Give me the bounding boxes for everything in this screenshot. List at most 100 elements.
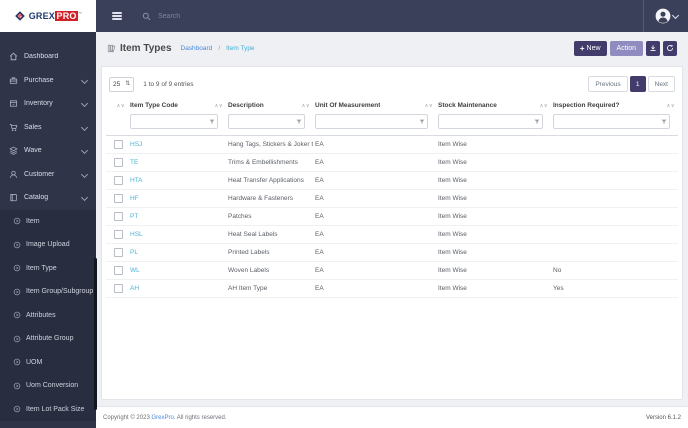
sidebar-subitem-attribute-group[interactable]: Attribute Group [0, 327, 96, 351]
sidebar-item-label: Customer [24, 170, 55, 178]
column-header-item-type-code[interactable]: Item Type Code ∧∨ [128, 97, 226, 113]
sidebar-item-catalog[interactable]: Catalog [0, 186, 96, 210]
column-header-unit-of-measurement[interactable]: Unit Of Measurement ∧∨ [313, 97, 436, 113]
item-type-code-link[interactable]: HSJ [130, 141, 142, 148]
next-page-button[interactable]: Next [647, 76, 675, 92]
item-type-code-link[interactable]: HF [130, 195, 139, 202]
item-type-code-link[interactable]: HTA [130, 177, 143, 184]
current-page-button[interactable]: 1 [629, 76, 646, 92]
description-filter-input[interactable] [231, 117, 296, 126]
stepper-icon: ⇅ [125, 81, 131, 87]
stock-maintenance-cell: Item Wise [436, 171, 551, 190]
table-row: HSJ Hang Tags, Stickers & Joker tagsEAIte… [106, 135, 678, 154]
description-cell: Printed Labels [226, 243, 313, 262]
row-checkbox[interactable] [114, 230, 123, 239]
filter-funnel-icon[interactable] [534, 119, 540, 125]
checkbox-column-header[interactable]: ∧∨ [106, 97, 128, 113]
column-header-stock-maintenance[interactable]: Stock Maintenance ∧∨ [436, 97, 551, 113]
sidebar-item-sales[interactable]: Sales [0, 116, 96, 140]
table-row: TE Trims & Embellishments EA Item Wise [106, 153, 678, 172]
previous-page-button[interactable]: Previous [588, 76, 628, 92]
item-type-code-filter-input[interactable] [133, 117, 209, 126]
chevron-down-icon [80, 170, 89, 178]
description-cell: Patches [226, 207, 313, 226]
filter-funnel-icon[interactable] [209, 119, 215, 125]
item-type-code-link[interactable]: PL [130, 249, 138, 256]
breadcrumb-current-link[interactable]: Item Type [226, 45, 254, 52]
unit-of-measurement-filter-input[interactable] [318, 117, 419, 126]
uom-cell: EA [313, 189, 436, 208]
new-button[interactable]: + New [573, 40, 607, 56]
action-button[interactable]: Action [609, 40, 643, 56]
page-actions: + New Action [573, 40, 677, 56]
download-button[interactable] [646, 40, 660, 56]
circle-arrow-icon [13, 288, 21, 296]
user-avatar-icon [655, 8, 671, 24]
row-checkbox[interactable] [114, 212, 123, 221]
sidebar-subitem-uom-conversion[interactable]: Uom Conversion [0, 374, 96, 398]
row-checkbox[interactable] [114, 284, 123, 293]
home-icon [9, 52, 18, 61]
row-checkbox[interactable] [114, 194, 123, 203]
sidebar-item-inventory[interactable]: Inventory [0, 92, 96, 116]
filter-cell-stock-maintenance [436, 113, 551, 136]
column-header-description[interactable]: Description ∧∨ [226, 97, 313, 113]
row-checkbox-cell [106, 135, 128, 154]
user-menu-button[interactable] [643, 0, 688, 32]
item-type-code-link[interactable]: PT [130, 213, 138, 220]
menu-toggle-button[interactable] [112, 12, 122, 20]
sidebar-subitem-item-group-subgroup[interactable]: Item Group/Subgroup [0, 280, 96, 304]
sidebar-subitem-image-upload[interactable]: Image Upload [0, 233, 96, 257]
footer: Copyright © 2023 GrexPro. All rights res… [96, 406, 688, 428]
row-checkbox[interactable] [114, 176, 123, 185]
footer-brand-link[interactable]: GrexPro. [151, 415, 175, 421]
column-header-label: Inspection Required? [553, 102, 620, 109]
column-header-inspection-required[interactable]: Inspection Required? ∧∨ [551, 97, 678, 113]
row-checkbox[interactable] [114, 158, 123, 167]
sidebar-main-menu: Dashboard Purchase Inventory Sales Wave Custo… [0, 32, 96, 210]
chevron-down-icon [671, 11, 679, 19]
row-checkbox[interactable] [114, 140, 123, 149]
row-checkbox[interactable] [114, 248, 123, 257]
filter-funnel-icon[interactable] [419, 119, 425, 125]
breadcrumb-dashboard-link[interactable]: Dashboard [181, 45, 213, 52]
sidebar-subitem-uom[interactable]: UOM [0, 351, 96, 375]
item-type-code-link[interactable]: HSL [130, 231, 143, 238]
item-type-code-link[interactable]: AH [130, 285, 139, 292]
sidebar-subitem-item[interactable]: Item [0, 210, 96, 234]
sidebar-item-customer[interactable]: Customer [0, 163, 96, 187]
page-size-select[interactable]: 25 ⇅ [109, 76, 135, 92]
row-checkbox[interactable] [114, 266, 123, 275]
global-search [142, 11, 643, 21]
sidebar-subitem-item-type[interactable]: Item Type [0, 257, 96, 281]
briefcase-icon [9, 76, 18, 85]
grexpro-logo[interactable]: G GREX PRO ™ [0, 0, 96, 32]
item-type-code-link[interactable]: WL [130, 267, 140, 274]
item-types-icon [107, 44, 116, 53]
sidebar-item-label: Wave [24, 147, 42, 155]
item-types-table: ∧∨ Item Type Code ∧∨ Description ∧∨ Unit Of M… [106, 97, 678, 298]
sidebar-item-purchase[interactable]: Purchase [0, 69, 96, 93]
refresh-button[interactable] [663, 40, 677, 56]
stock-maintenance-cell: Item Wise [436, 261, 551, 280]
item-type-code-link[interactable]: TE [130, 159, 138, 166]
uom-cell: EA [313, 261, 436, 280]
table-row: WL Woven Labels EA Item Wise No [106, 261, 678, 280]
filter-cell-item-type-code [128, 113, 226, 136]
sidebar-subitem-label: Image Upload [26, 241, 70, 249]
sidebar-scrollbar-thumb[interactable] [94, 258, 97, 410]
stock-maintenance-filter-input[interactable] [441, 117, 534, 126]
description-cell: Hardware & Fasteners [226, 189, 313, 208]
breadcrumb-separator: / [218, 44, 221, 52]
search-input[interactable] [156, 11, 290, 21]
sidebar-subitem-attributes[interactable]: Attributes [0, 304, 96, 328]
stock-maintenance-cell: Item Wise [436, 153, 551, 172]
sidebar-item-wave[interactable]: Wave [0, 139, 96, 163]
inspection-required-filter-input[interactable] [556, 117, 661, 126]
logo-text: GREX PRO ™ [28, 11, 83, 21]
filter-funnel-icon[interactable] [661, 119, 667, 125]
filter-funnel-icon[interactable] [296, 119, 302, 125]
sidebar-subitem-item-lot-pack-size[interactable]: Item Lot Pack Size [0, 398, 96, 422]
topbar [96, 0, 688, 32]
sidebar-item-dashboard[interactable]: Dashboard [0, 45, 96, 69]
